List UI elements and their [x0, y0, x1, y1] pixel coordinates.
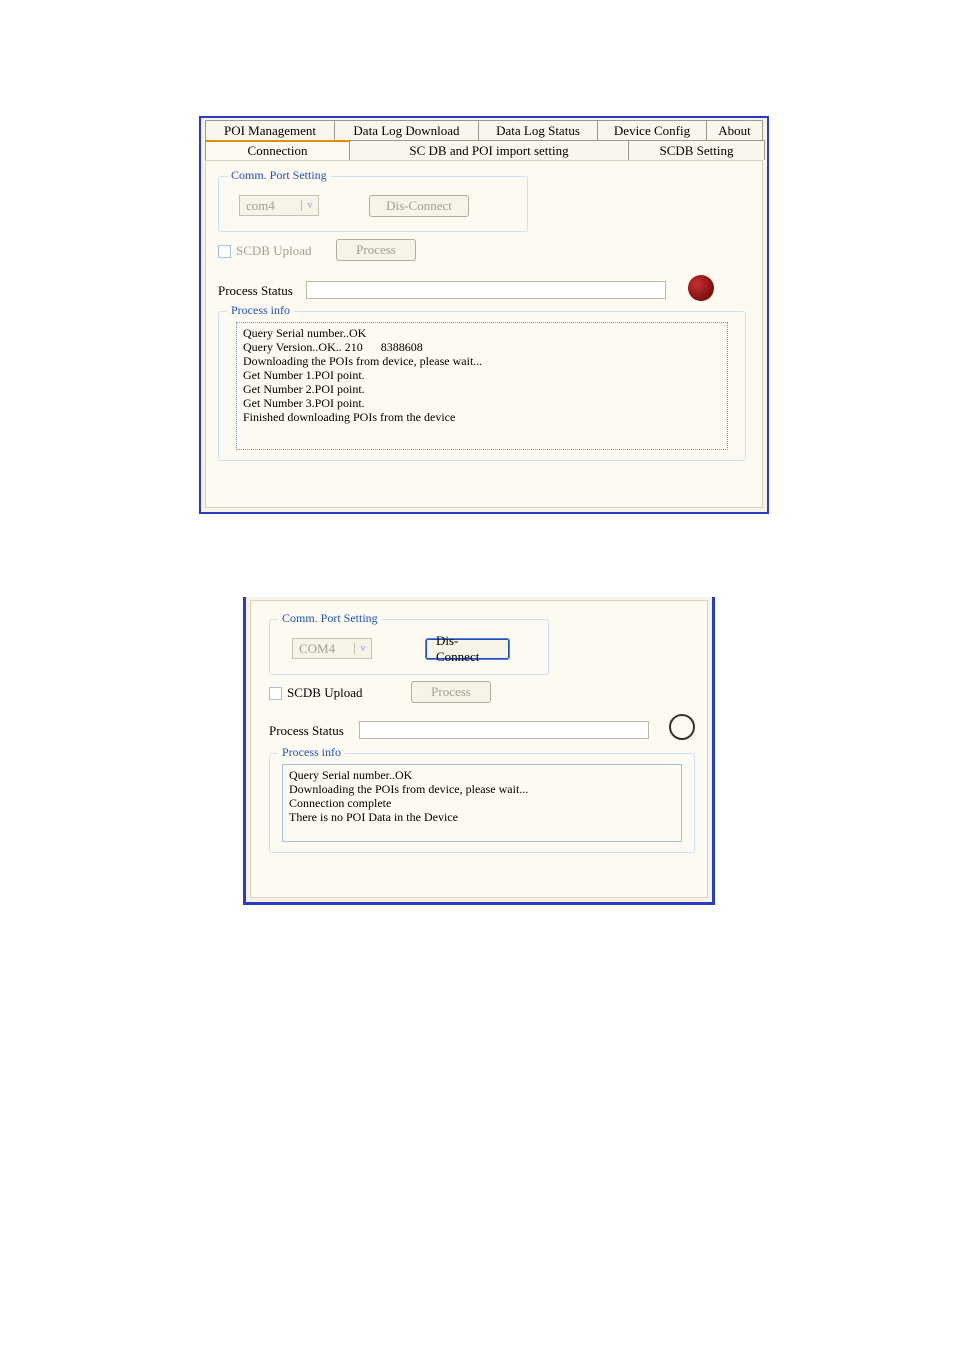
tab-data-log-status[interactable]: Data Log Status: [478, 120, 598, 140]
chevron-down-icon: v: [301, 200, 318, 211]
com-port-select-2[interactable]: COM4 v: [292, 638, 372, 659]
tab-scdb-setting[interactable]: SCDB Setting: [628, 140, 765, 160]
connection-panel: Comm. Port Setting com4 v Dis-Connect SC…: [205, 160, 763, 508]
process-status-label-2: Process Status: [269, 723, 344, 739]
process-button[interactable]: Process: [336, 239, 416, 261]
scdb-upload-label: SCDB Upload: [236, 243, 311, 259]
connection-panel-2: Comm. Port Setting COM4 v Dis-Connect SC…: [250, 600, 708, 898]
process-info-group: Process info Query Serial number..OK Que…: [218, 311, 746, 461]
checkbox-box: [218, 245, 231, 258]
connection-window-2: Comm. Port Setting COM4 v Dis-Connect SC…: [243, 597, 715, 905]
chevron-down-icon: v: [354, 643, 371, 654]
comm-port-setting-group-2: Comm. Port Setting COM4 v Dis-Connect: [269, 619, 549, 675]
process-button-2[interactable]: Process: [411, 681, 491, 703]
com-port-value-2: COM4: [293, 641, 354, 657]
tab-connection[interactable]: Connection: [205, 140, 350, 160]
comm-port-setting-title: Comm. Port Setting: [227, 168, 331, 183]
process-info-title-2: Process info: [278, 745, 345, 760]
tab-data-log-download[interactable]: Data Log Download: [334, 120, 479, 140]
tab-about[interactable]: About: [706, 120, 763, 140]
disconnect-button[interactable]: Dis-Connect: [369, 195, 469, 217]
checkbox-box: [269, 687, 282, 700]
disconnect-button-2[interactable]: Dis-Connect: [425, 638, 510, 660]
process-log-listbox[interactable]: Query Serial number..OK Query Version..O…: [236, 322, 728, 450]
process-status-progress-2: [359, 721, 649, 739]
tab-bar-bottom: Connection SC DB and POI import setting …: [205, 140, 765, 160]
process-log-listbox-2[interactable]: Query Serial number..OK Downloading the …: [282, 764, 682, 842]
tab-bar-top: POI Management Data Log Download Data Lo…: [205, 120, 765, 140]
poi-management-window: POI Management Data Log Download Data Lo…: [199, 116, 769, 514]
com-port-value: com4: [240, 198, 301, 214]
comm-port-setting-group: Comm. Port Setting com4 v Dis-Connect: [218, 176, 528, 232]
process-info-group-2: Process info Query Serial number..OK Dow…: [269, 753, 695, 853]
scdb-upload-checkbox[interactable]: SCDB Upload: [218, 243, 311, 259]
process-status-progress: [306, 281, 666, 299]
comm-port-setting-title-2: Comm. Port Setting: [278, 611, 382, 626]
tab-poi-management[interactable]: POI Management: [205, 120, 335, 140]
process-info-title: Process info: [227, 303, 294, 318]
status-indicator-open: [669, 714, 695, 740]
scdb-upload-label-2: SCDB Upload: [287, 685, 362, 701]
tab-device-config[interactable]: Device Config: [597, 120, 707, 140]
scdb-upload-checkbox-2[interactable]: SCDB Upload: [269, 685, 362, 701]
tab-scdb-poi-import[interactable]: SC DB and POI import setting: [349, 140, 629, 160]
status-indicator-red: [688, 275, 714, 301]
process-status-label: Process Status: [218, 283, 293, 299]
com-port-select[interactable]: com4 v: [239, 195, 319, 216]
